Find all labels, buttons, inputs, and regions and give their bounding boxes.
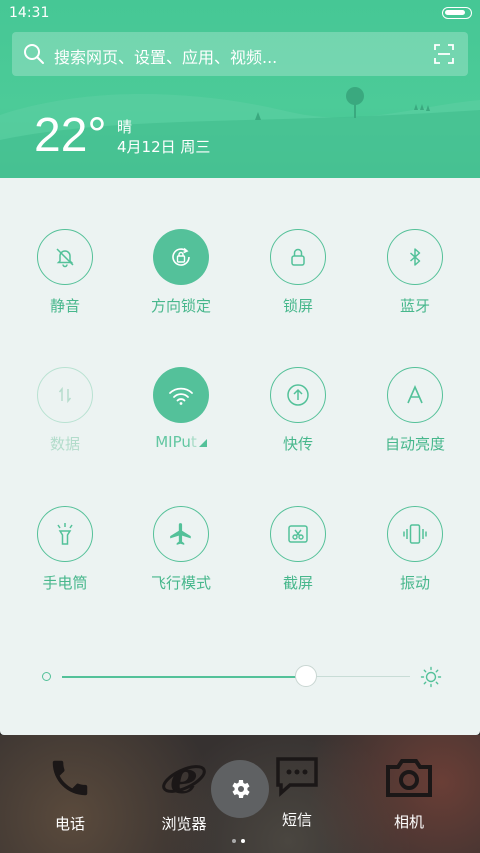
page-indicator xyxy=(232,828,250,847)
wifi-icon xyxy=(169,387,193,405)
phone-icon xyxy=(52,760,88,796)
mobile-data-icon xyxy=(58,386,72,404)
wifi-network-name: MIPu xyxy=(155,433,191,451)
dock-app-phone[interactable]: 电话 xyxy=(25,755,115,834)
brightness-slider[interactable] xyxy=(42,662,442,692)
notification-header: 14:31 搜索网页、设置、应用、视频... 22° 晴 4月12日 周三 xyxy=(0,0,480,178)
status-bar: 14:31 xyxy=(0,0,480,26)
toggle-flashlight[interactable]: 手电筒 xyxy=(5,506,125,593)
camera-icon xyxy=(386,759,432,797)
toggle-airplane-mode-button[interactable] xyxy=(153,506,209,562)
bluetooth-icon xyxy=(410,248,421,266)
brightness-slider-thumb[interactable] xyxy=(294,665,317,687)
toggle-flashlight-button[interactable] xyxy=(37,506,93,562)
toggle-screenshot-button[interactable] xyxy=(270,506,326,562)
brightness-max-icon xyxy=(420,666,442,688)
battery-icon xyxy=(442,7,472,19)
lock-icon xyxy=(291,248,305,266)
toggle-lock-screen-label: 锁屏 xyxy=(282,297,313,315)
quick-transfer-icon xyxy=(287,384,309,406)
gear-icon xyxy=(232,780,250,798)
settings-button[interactable] xyxy=(211,760,269,818)
toggle-vibrate[interactable]: 振动 xyxy=(355,506,475,593)
toggle-rotation-lock[interactable]: 方向锁定 xyxy=(121,229,241,316)
toggle-mute-label: 静音 xyxy=(49,297,80,315)
toggle-auto-brightness-button[interactable] xyxy=(387,367,443,423)
battery-level xyxy=(445,10,465,15)
toggle-quick-transfer-label: 快传 xyxy=(282,435,313,453)
dock-app-sms-label: 短信 xyxy=(281,811,312,829)
vibrate-icon xyxy=(403,524,427,544)
toggle-wifi[interactable]: MIPut xyxy=(121,367,241,451)
toggle-airplane-mode-label: 飞行模式 xyxy=(150,574,211,592)
dock-app-camera-label: 相机 xyxy=(393,813,424,831)
toggle-rotation-lock-label: 方向锁定 xyxy=(150,297,211,315)
search-bar[interactable]: 搜索网页、设置、应用、视频... xyxy=(12,32,468,76)
search-placeholder: 搜索网页、设置、应用、视频... xyxy=(54,48,278,67)
toggle-rotation-lock-button[interactable] xyxy=(153,229,209,285)
toggle-auto-brightness[interactable]: 自动亮度 xyxy=(355,367,475,454)
dock-app-browser-label: 浏览器 xyxy=(161,815,207,833)
status-time: 14:31 xyxy=(9,5,50,21)
bell-off-icon xyxy=(56,248,74,268)
dock-app-camera[interactable]: 相机 xyxy=(364,755,454,832)
toggle-bluetooth-button[interactable] xyxy=(387,229,443,285)
weather-condition: 晴 xyxy=(117,118,133,136)
toggle-quick-transfer[interactable]: 快传 xyxy=(238,367,358,454)
dock-app-phone-label: 电话 xyxy=(54,815,85,833)
sms-icon xyxy=(276,757,318,797)
date-text: 4月12日 周三 xyxy=(117,138,211,156)
page-dot-active xyxy=(241,839,245,843)
toggle-lock-screen-button[interactable] xyxy=(270,229,326,285)
toggle-screenshot[interactable]: 截屏 xyxy=(238,506,358,593)
scan-icon[interactable] xyxy=(434,44,454,64)
quick-settings-panel: 静音 方向锁定 锁屏 蓝牙 数据 MIPut 快传 自动亮度 手电筒 飞行模式 … xyxy=(0,178,480,735)
toggle-wifi-button[interactable] xyxy=(153,367,209,423)
toggle-bluetooth-label: 蓝牙 xyxy=(399,297,430,315)
toggle-wifi-label: MIPut xyxy=(121,433,241,451)
toggle-mute[interactable]: 静音 xyxy=(5,229,125,316)
svg-text:e: e xyxy=(170,755,198,801)
brightness-track-empty[interactable] xyxy=(305,676,410,677)
toggle-mobile-data-label: 数据 xyxy=(49,435,80,453)
rotation-lock-icon xyxy=(172,247,190,266)
search-icon xyxy=(24,44,44,64)
toggle-mobile-data-button[interactable] xyxy=(37,367,93,423)
toggle-vibrate-button[interactable] xyxy=(387,506,443,562)
temperature: 22° xyxy=(34,109,107,162)
screenshot-icon xyxy=(288,525,308,543)
toggle-bluetooth[interactable]: 蓝牙 xyxy=(355,229,475,316)
toggle-mobile-data[interactable]: 数据 xyxy=(5,367,125,454)
expand-triangle-icon[interactable] xyxy=(198,439,207,447)
page-dot xyxy=(232,839,236,843)
toggle-flashlight-label: 手电筒 xyxy=(42,574,88,592)
toggle-lock-screen[interactable]: 锁屏 xyxy=(238,229,358,316)
toggle-quick-transfer-button[interactable] xyxy=(270,367,326,423)
auto-brightness-icon xyxy=(407,385,423,404)
wifi-name-fade: t xyxy=(190,433,197,451)
brightness-track-filled[interactable] xyxy=(62,676,306,678)
flashlight-icon xyxy=(57,523,73,545)
home-dock: 电话 e 浏览器 短信 相机 xyxy=(0,735,480,853)
toggle-mute-button[interactable] xyxy=(37,229,93,285)
toggle-auto-brightness-label: 自动亮度 xyxy=(384,435,445,453)
airplane-icon xyxy=(170,523,191,545)
brightness-min-icon xyxy=(42,672,51,681)
toggle-vibrate-label: 振动 xyxy=(399,574,430,592)
toggle-airplane-mode[interactable]: 飞行模式 xyxy=(121,506,241,593)
browser-icon: e xyxy=(162,753,206,804)
toggle-screenshot-label: 截屏 xyxy=(282,574,313,592)
